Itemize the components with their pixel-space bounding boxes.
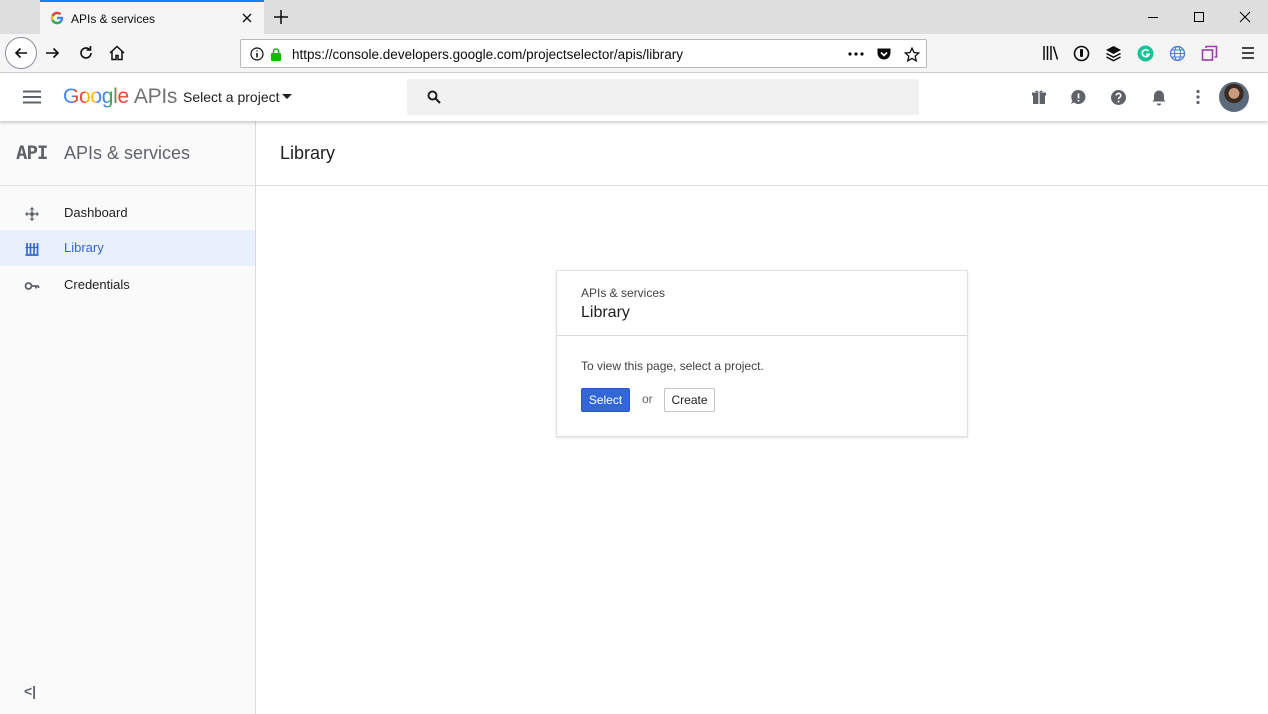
home-icon[interactable] (108, 44, 126, 62)
plus-icon[interactable] (272, 8, 290, 26)
tab-title: APIs & services (71, 12, 156, 26)
search-input[interactable] (453, 79, 903, 115)
main-header: Library (256, 121, 1268, 186)
sidebar-title[interactable]: APIs & services (64, 143, 190, 164)
sidebar-item-credentials[interactable]: Credentials (0, 267, 255, 303)
browser-tab[interactable]: APIs & services (40, 0, 264, 34)
sidebar-header: API APIs & services (0, 121, 255, 186)
page-title: Library (280, 143, 336, 163)
library-icon (24, 241, 40, 257)
feedback-icon[interactable] (1070, 89, 1087, 106)
logo-apis: APIs (133, 85, 178, 108)
select-button[interactable]: Select (581, 388, 630, 412)
app-header: Google APIs Select a project (0, 73, 1268, 121)
logo-google: Google (63, 85, 129, 108)
info-icon[interactable] (250, 47, 264, 61)
sidebar-item-label: Credentials (64, 277, 130, 292)
help-icon[interactable] (1110, 89, 1127, 106)
sidebar-item-dashboard[interactable]: Dashboard (0, 195, 255, 231)
grammarly-icon[interactable] (1137, 45, 1154, 62)
collapse-sidebar-button[interactable]: <| (24, 683, 36, 699)
reload-icon[interactable] (77, 44, 95, 62)
back-button[interactable] (5, 37, 37, 69)
api-logo: API (16, 142, 48, 164)
url-bar[interactable]: https://console.developers.google.com/pr… (240, 39, 927, 68)
browser-nav-bar: https://console.developers.google.com/pr… (0, 34, 1268, 73)
google-apis-logo[interactable]: Google APIs (63, 85, 177, 109)
create-button[interactable]: Create (664, 388, 715, 412)
minimize-icon[interactable] (1147, 10, 1159, 24)
url-text: https://console.developers.google.com/pr… (292, 47, 683, 62)
select-project-card: APIs & services Library To view this pag… (556, 270, 968, 437)
avatar[interactable] (1219, 82, 1249, 112)
main-content: Library APIs & services Library To view … (256, 121, 1268, 714)
card-header: APIs & services Library (557, 271, 967, 336)
hamburger-icon[interactable] (22, 90, 42, 104)
sidebar-item-label: Dashboard (64, 205, 128, 220)
lock-icon (269, 47, 283, 61)
card-subtitle: APIs & services (581, 286, 666, 300)
close-icon[interactable] (240, 11, 254, 25)
browser-tab-strip: APIs & services (0, 0, 1268, 34)
sidebar: API APIs & services Dashboard Library Cr… (0, 121, 256, 714)
tab-icon[interactable] (1201, 45, 1218, 62)
forward-icon[interactable] (44, 44, 62, 62)
layers-icon[interactable] (1105, 45, 1122, 62)
key-icon (24, 278, 40, 294)
card-message: To view this page, select a project. (581, 359, 764, 373)
menu-icon[interactable] (1240, 45, 1256, 61)
gift-icon[interactable] (1031, 89, 1047, 105)
card-title: Library (581, 304, 630, 321)
search-bar (407, 79, 919, 115)
google-favicon-icon (50, 11, 64, 25)
close-window-icon[interactable] (1239, 10, 1251, 24)
password-icon[interactable] (1073, 45, 1090, 62)
notifications-icon[interactable] (1151, 89, 1167, 106)
project-selector[interactable]: Select a project (183, 89, 280, 105)
dashboard-icon (24, 206, 40, 222)
star-icon[interactable] (904, 47, 920, 63)
globe-icon[interactable] (1169, 45, 1186, 62)
sidebar-item-label: Library (64, 240, 104, 255)
more-vert-icon[interactable] (1195, 89, 1201, 105)
or-label: or (642, 392, 653, 406)
library-icon[interactable] (1042, 45, 1060, 61)
sidebar-item-library[interactable]: Library (0, 230, 255, 266)
maximize-icon[interactable] (1193, 10, 1205, 24)
caret-down-icon[interactable] (282, 94, 292, 100)
more-icon[interactable] (847, 47, 865, 61)
pocket-icon[interactable] (876, 47, 892, 61)
